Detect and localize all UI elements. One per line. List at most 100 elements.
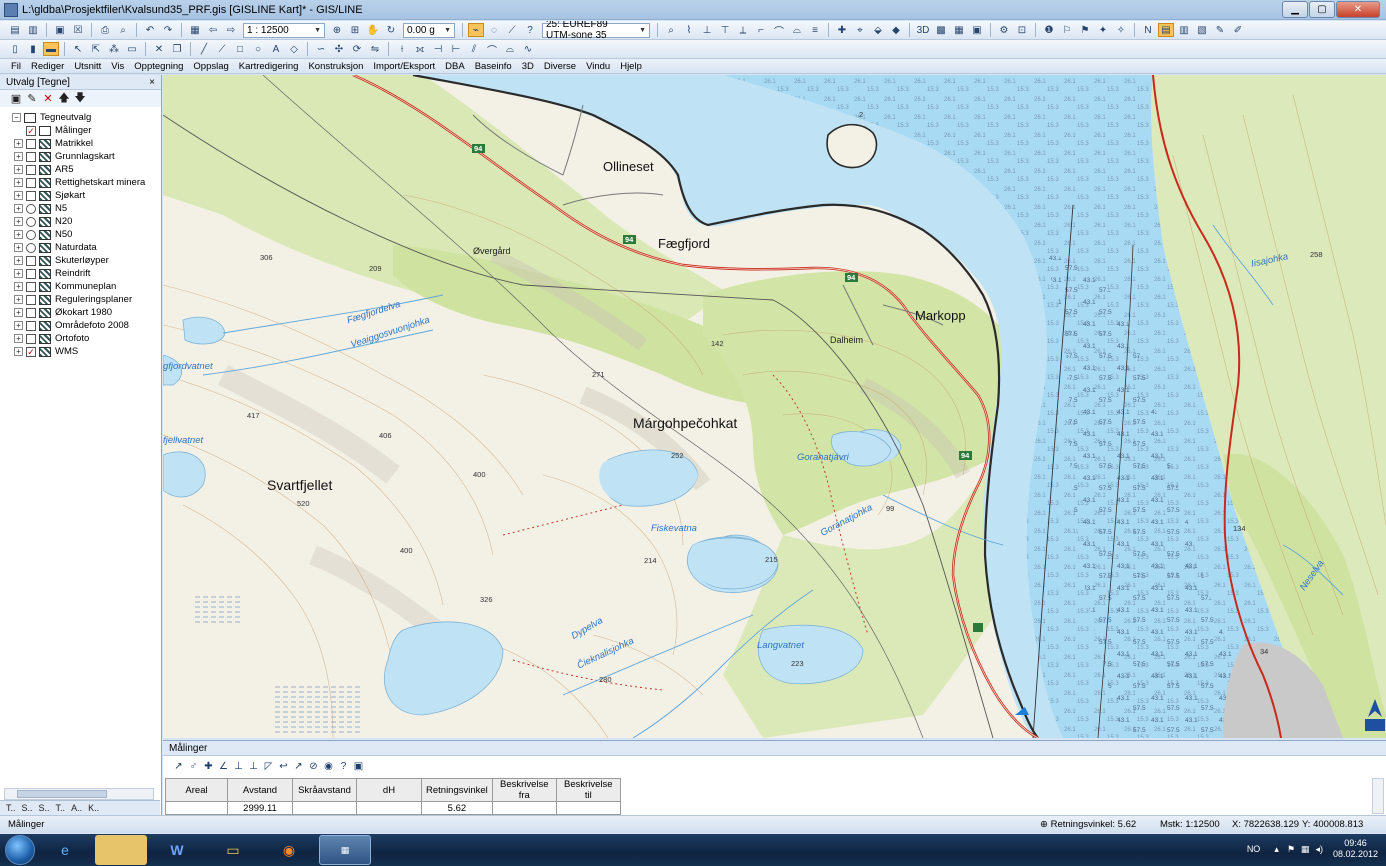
tab-s2[interactable]: S.. [39, 803, 50, 813]
checkbox[interactable] [26, 294, 36, 305]
panel-close-button[interactable]: × [149, 77, 155, 88]
tab-a[interactable]: A.. [71, 803, 82, 813]
split-icon[interactable]: ⟊ [394, 42, 410, 56]
zoom-window-icon[interactable]: ⊞ [347, 23, 363, 37]
select-info-icon[interactable]: ▮ [25, 42, 41, 56]
expand-icon[interactable]: + [14, 243, 23, 252]
smooth-icon[interactable]: ∿ [520, 42, 536, 56]
col-retningsvinkel[interactable]: Retningsvinkel [421, 778, 493, 802]
checkbox[interactable] [26, 281, 36, 292]
menu-fil[interactable]: Fil [11, 61, 21, 72]
tool-n-icon[interactable]: ⚙ [996, 23, 1012, 37]
col-areal[interactable]: Areal [165, 778, 228, 802]
menu-import-eksport[interactable]: Import/Eksport [373, 61, 435, 72]
checkbox[interactable] [26, 190, 36, 201]
tree-item[interactable]: + Reguleringsplaner [0, 293, 160, 306]
measure-target-icon[interactable]: ◉ [321, 761, 336, 772]
undo-icon[interactable]: ↶ [142, 23, 158, 37]
checkbox[interactable] [26, 138, 36, 149]
start-button[interactable] [5, 835, 35, 865]
pointer-icon[interactable]: ↖ [70, 42, 86, 56]
expand-icon[interactable]: + [14, 334, 23, 343]
rect-select-icon[interactable]: ▭ [124, 42, 140, 56]
forward-icon[interactable]: ⇨ [223, 23, 239, 37]
frame-icon[interactable]: ▣ [969, 23, 985, 37]
cell-beskrivelse-fra[interactable] [491, 801, 557, 815]
copy-icon[interactable]: ❐ [169, 42, 185, 56]
extend-icon[interactable]: ⊢ [448, 42, 464, 56]
tool-v-icon[interactable]: ▥ [1176, 23, 1192, 37]
tool-r-icon[interactable]: ✦ [1095, 23, 1111, 37]
tray-arrow-icon[interactable]: ▴ [1274, 844, 1279, 855]
checkbox[interactable] [26, 164, 36, 175]
table-row[interactable]: 2999.11 5.62 [165, 801, 621, 815]
maximize-button[interactable]: ▢ [1309, 1, 1335, 18]
tool-f-icon[interactable]: ⌐ [753, 23, 769, 37]
tab-t1[interactable]: T.. [6, 803, 16, 813]
offset-icon[interactable]: ⫽ [466, 42, 482, 56]
fillet-icon[interactable]: ⌒ [484, 42, 500, 57]
horizontal-scrollbar[interactable] [4, 788, 154, 800]
expand-icon[interactable]: + [14, 256, 23, 265]
expand-icon[interactable]: + [14, 347, 23, 356]
expand-icon[interactable]: + [14, 204, 23, 213]
measure-base-icon[interactable]: ⊥ [246, 761, 261, 772]
tool-d-icon[interactable]: ⊤ [717, 23, 733, 37]
move-up-icon[interactable]: 🡅 [56, 89, 72, 108]
cell-dh[interactable] [356, 801, 422, 815]
clock[interactable]: 09:46 08.02.2012 [1333, 838, 1378, 860]
menu-opptegning[interactable]: Opptegning [134, 61, 183, 72]
tool-t-icon[interactable]: N [1140, 23, 1156, 37]
ruler-icon[interactable]: ▬ [43, 42, 59, 56]
measure-point-icon[interactable]: ♂ [186, 761, 201, 772]
tool-k-icon[interactable]: ⌖ [852, 23, 868, 37]
menu-baseinfo[interactable]: Baseinfo [475, 61, 512, 72]
tree-item[interactable]: + Reindrift [0, 267, 160, 280]
curve-icon[interactable]: ∽ [313, 42, 329, 56]
menu-3d[interactable]: 3D [522, 61, 534, 72]
checkbox[interactable] [26, 333, 36, 344]
pointer-multi-icon[interactable]: ⇱ [88, 42, 104, 56]
new-selection-icon[interactable]: ▣ [8, 92, 24, 105]
edit-selection-icon[interactable]: ✎ [24, 92, 40, 105]
col-avstand[interactable]: Avstand [227, 778, 293, 802]
language-indicator[interactable]: NO [1247, 844, 1261, 854]
expand-icon[interactable] [14, 126, 23, 135]
menu-rediger[interactable]: Rediger [31, 61, 64, 72]
tool-p-icon[interactable]: ⚐ [1059, 23, 1075, 37]
tree-item[interactable]: + Ortofoto [0, 332, 160, 345]
checkbox[interactable]: ✓ [26, 125, 36, 136]
area-icon[interactable]: ◇ [286, 42, 302, 56]
3d-icon[interactable]: 3D [915, 23, 931, 37]
expand-icon[interactable]: + [14, 191, 23, 200]
checkbox[interactable] [26, 151, 36, 162]
radio-toggle[interactable] [26, 203, 36, 214]
checkbox[interactable] [26, 307, 36, 318]
trim-icon[interactable]: ⊣ [430, 42, 446, 56]
radio-toggle[interactable] [26, 242, 36, 253]
tree-item[interactable]: + N50 [0, 228, 160, 241]
expand-icon[interactable]: + [14, 165, 23, 174]
measure-angle-icon[interactable]: ∠ [216, 761, 231, 772]
tool-o-icon[interactable]: ⊡ [1014, 23, 1030, 37]
menu-vis[interactable]: Vis [111, 61, 124, 72]
measure-arc-icon[interactable]: ↩ [276, 761, 291, 772]
explorer-taskbar-icon[interactable] [95, 835, 147, 865]
select-icon[interactable]: ▯ [7, 42, 23, 56]
grid-icon[interactable]: ▩ [933, 23, 949, 37]
tool-h-icon[interactable]: ⌓ [789, 23, 805, 37]
measure-icon[interactable]: ⟋ [504, 23, 520, 37]
mirror-icon[interactable]: ⇋ [367, 42, 383, 56]
collapse-icon[interactable]: − [12, 113, 21, 122]
tool-m-icon[interactable]: ◆ [888, 23, 904, 37]
tool-x-icon[interactable]: ✎ [1212, 23, 1228, 37]
delete-icon[interactable]: ✕ [151, 42, 167, 56]
move-icon[interactable]: ✣ [331, 42, 347, 56]
join-icon[interactable]: ⟗ [412, 42, 428, 56]
expand-icon[interactable]: + [14, 295, 23, 304]
network-icon[interactable]: ▦ [1301, 844, 1310, 855]
measure-perp-icon[interactable]: ⊥ [231, 761, 246, 772]
measure-line-icon[interactable]: ↗ [171, 761, 186, 772]
expand-icon[interactable]: + [14, 139, 23, 148]
cell-avstand[interactable]: 2999.11 [227, 801, 293, 815]
